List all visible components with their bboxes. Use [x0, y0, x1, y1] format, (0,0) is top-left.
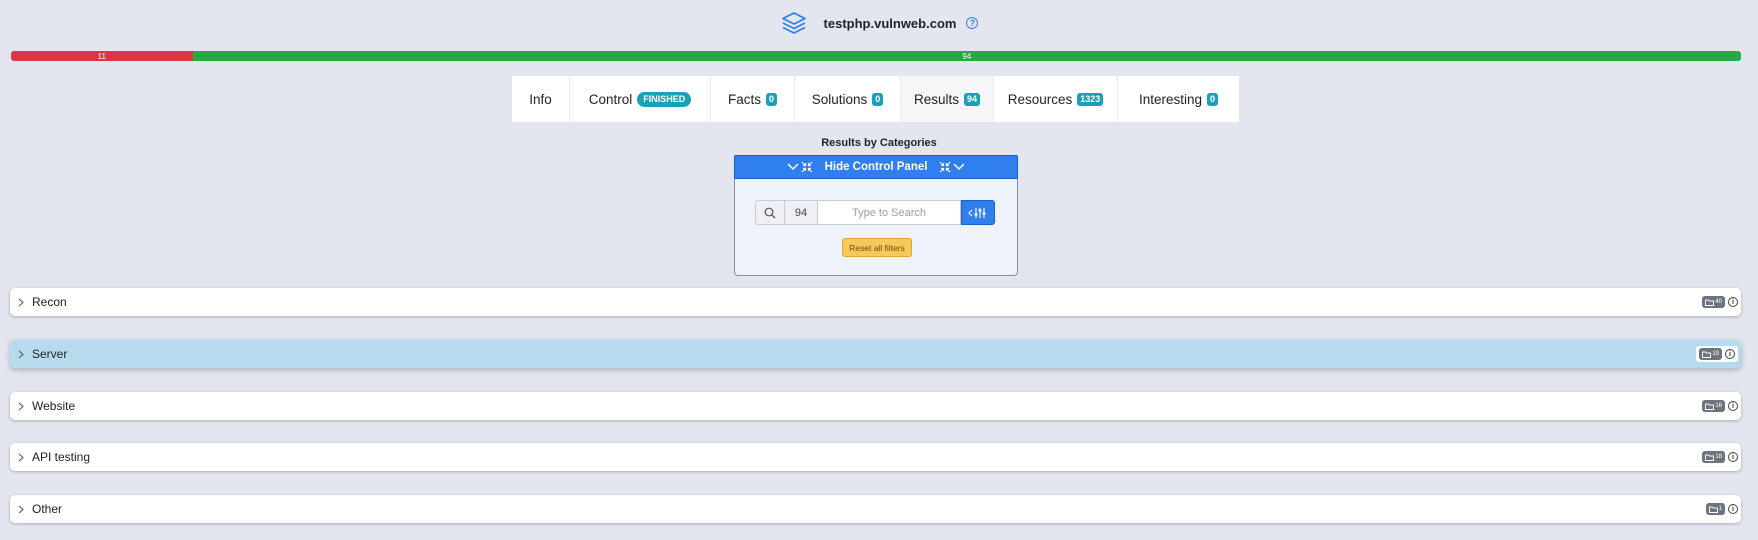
search-row: 94 — [755, 200, 995, 225]
chevron-down-icon — [953, 163, 965, 171]
collapse-right-icons — [939, 161, 965, 173]
category-actions: 1 i — [1705, 503, 1738, 515]
sliders-icon — [968, 207, 986, 218]
search-button[interactable] — [755, 200, 785, 225]
folder-icon — [1708, 506, 1718, 513]
category-count: 16 — [1715, 403, 1722, 409]
category-label: Server — [32, 347, 68, 361]
tab-label: Facts — [727, 91, 761, 107]
category-actions: 40 i — [1702, 296, 1738, 308]
tab-label: Solutions — [811, 91, 868, 107]
tab-label: Results — [913, 91, 959, 107]
folder-count-badge: 40 — [1702, 296, 1725, 308]
category-row-api-testing[interactable]: API testing 18 i — [10, 443, 1741, 471]
chevron-right-icon — [10, 453, 32, 462]
info-icon[interactable]: i — [1728, 297, 1738, 307]
folder-icon — [1705, 454, 1715, 461]
search-input[interactable] — [818, 200, 961, 225]
search-icon — [764, 207, 776, 218]
folder-icon — [1705, 403, 1715, 410]
category-actions: 18 i — [1702, 451, 1738, 463]
tab-label: Resources — [1007, 91, 1073, 107]
status-badge: FINISHED — [637, 91, 692, 107]
info-icon[interactable]: i — [1728, 401, 1738, 411]
folder-count-badge: 18 — [1702, 451, 1725, 463]
chevron-down-icon — [787, 163, 799, 171]
count-badge: 1323 — [1077, 92, 1104, 106]
info-icon[interactable]: i — [1725, 349, 1735, 359]
tab-label: Info — [529, 91, 552, 107]
count-badge: 0 — [1207, 92, 1219, 106]
folder-icon — [1705, 299, 1715, 306]
tab-facts[interactable]: Facts 0 — [711, 76, 795, 122]
minimize-arrows-icon — [801, 161, 812, 173]
tab-info[interactable]: Info — [512, 76, 570, 122]
filter-settings-button[interactable] — [961, 200, 995, 225]
tab-results[interactable]: Results 94 — [901, 76, 994, 122]
progress-fail-segment: 11 — [11, 51, 193, 61]
hide-control-panel-button[interactable]: Hide Control Panel — [734, 155, 1018, 179]
tab-label: Control — [588, 91, 633, 107]
results-by-categories-title: Results by Categories — [821, 137, 937, 149]
category-row-recon[interactable]: Recon 40 i — [10, 288, 1741, 316]
category-row-other[interactable]: Other 1 i — [10, 495, 1741, 523]
help-icon[interactable]: ? — [966, 17, 979, 29]
hide-control-panel-label: Hide Control Panel — [824, 161, 928, 173]
page-header: testphp.vulnweb.com ? — [0, 10, 1758, 36]
control-panel: 94 Reset all filters — [734, 179, 1018, 276]
category-actions: 19 i — [1696, 346, 1738, 362]
folder-count-badge: 16 — [1702, 400, 1725, 412]
tab-solutions[interactable]: Solutions 0 — [795, 76, 901, 122]
results-progress-bar: 11 94 — [11, 51, 1741, 61]
progress-ok-segment: 94 — [192, 51, 1741, 61]
category-label: Other — [32, 502, 63, 516]
info-icon[interactable]: i — [1728, 452, 1738, 462]
layers-logo-icon — [780, 10, 808, 36]
category-label: Recon — [32, 295, 67, 309]
category-count: 40 — [1715, 299, 1722, 305]
tab-interesting[interactable]: Interesting 0 — [1118, 76, 1239, 122]
count-badge: 0 — [872, 92, 884, 106]
category-actions: 16 i — [1702, 400, 1738, 412]
tab-resources[interactable]: Resources 1323 — [994, 76, 1118, 122]
tab-control[interactable]: Control FINISHED — [570, 76, 711, 122]
progress-ok-count: 94 — [962, 51, 972, 61]
category-count: 18 — [1715, 454, 1722, 460]
category-count: 1 — [1718, 506, 1722, 512]
main-tabs: Info Control FINISHED Facts 0 Solutions … — [511, 75, 1240, 123]
collapse-left-icons — [787, 161, 813, 173]
reset-filters-button[interactable]: Reset all filters — [842, 238, 912, 257]
folder-icon — [1702, 351, 1712, 358]
count-badge: 94 — [964, 92, 981, 106]
minimize-arrows-icon — [940, 161, 951, 173]
category-row-website[interactable]: Website 16 i — [10, 392, 1741, 420]
info-icon[interactable]: i — [1728, 504, 1738, 514]
chevron-right-icon — [10, 298, 32, 307]
result-count: 94 — [785, 200, 818, 225]
chevron-right-icon — [10, 402, 32, 411]
tab-label: Interesting — [1138, 91, 1203, 107]
chevron-right-icon — [10, 505, 32, 514]
category-count: 19 — [1712, 351, 1719, 357]
progress-fail-count: 11 — [97, 51, 106, 61]
site-title: testphp.vulnweb.com — [823, 15, 957, 31]
folder-count-badge: 19 — [1699, 348, 1722, 360]
category-row-server[interactable]: Server 19 i — [10, 340, 1741, 368]
category-label: Website — [32, 399, 76, 413]
count-badge: 0 — [766, 92, 778, 106]
folder-count-badge: 1 — [1705, 503, 1725, 515]
chevron-right-icon — [10, 350, 32, 359]
category-label: API testing — [32, 450, 91, 464]
